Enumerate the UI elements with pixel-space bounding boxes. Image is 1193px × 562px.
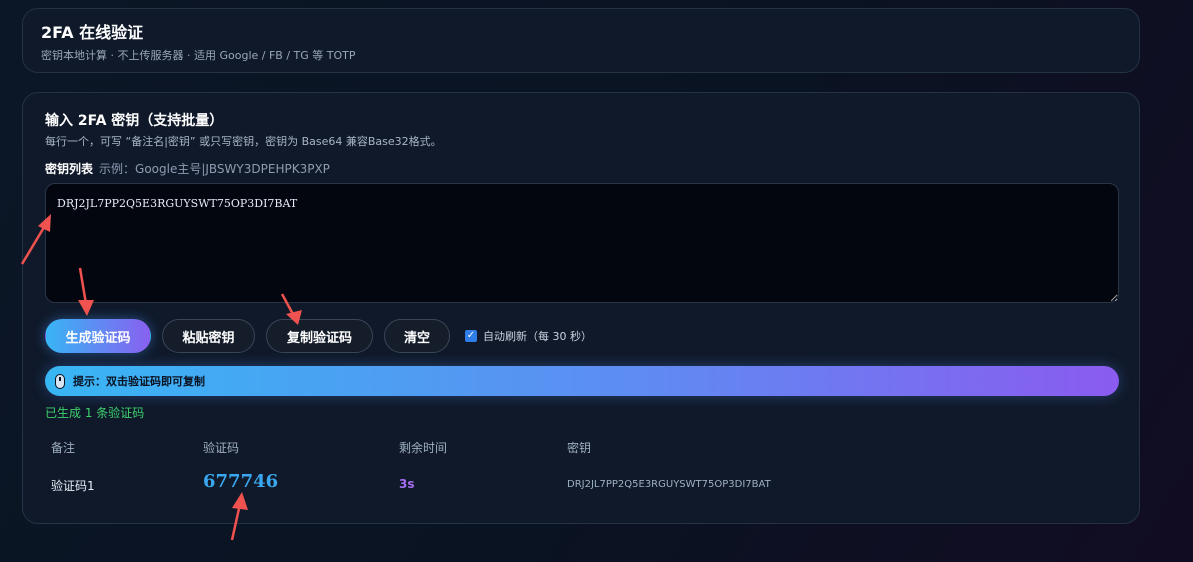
table-header-key: 密钥 (567, 441, 592, 455)
table-row-remaining: 3s (399, 477, 415, 491)
key-list-label-row: 密钥列表 示例：Google主号|JBSWY3DPEHPK3PXP (45, 161, 1117, 177)
table-header-name: 备注 (51, 441, 76, 455)
main-card: 输入 2FA 密钥（支持批量） 每行一个，可写 “备注名|密钥” 或只写密钥，密… (22, 92, 1140, 524)
clear-button[interactable]: 清空 (384, 319, 450, 353)
input-section-title: 输入 2FA 密钥（支持批量） (45, 113, 224, 129)
copy-hint-text: 提示：双击验证码即可复制 (73, 375, 205, 388)
copy-hint-banner: 提示：双击验证码即可复制 (45, 366, 1119, 396)
annotation-arrow-code-icon (230, 492, 248, 541)
paste-key-button[interactable]: 粘贴密钥 (162, 319, 255, 353)
input-section-description: 每行一个，可写 “备注名|密钥” 或只写密钥，密钥为 Base64 兼容Base… (45, 135, 442, 148)
table-header-code: 验证码 (203, 441, 240, 455)
generate-code-button[interactable]: 生成验证码 (45, 319, 151, 353)
key-list-textarea[interactable]: DRJ2JL7PP2Q5E3RGUYSWT75OP3DI7BAT (45, 183, 1119, 303)
annotation-arrow-textarea-icon (20, 214, 51, 265)
annotation-arrow-copy-icon (280, 293, 302, 325)
generated-count-status: 已生成 1 条验证码 (45, 406, 145, 420)
auto-refresh-label: 自动刷新（每 30 秒） (483, 330, 592, 343)
app-title: 2FA 在线验证 (41, 23, 144, 42)
table-row-name: 验证码1 (51, 479, 95, 493)
app-subtitle: 密钥本地计算 · 不上传服务器 · 适用 Google / FB / TG 等 … (41, 49, 356, 62)
checkbox-checked-icon[interactable]: ✓ (465, 330, 477, 342)
table-header-remaining: 剩余时间 (399, 441, 448, 455)
annotation-arrow-generate-icon (78, 267, 94, 316)
key-list-label: 密钥列表 (45, 162, 94, 176)
key-list-example: 示例：Google主号|JBSWY3DPEHPK3PXP (99, 162, 330, 176)
table-row-code[interactable]: 677746 (203, 471, 278, 492)
mouse-icon (55, 373, 65, 389)
action-buttons: 生成验证码 粘贴密钥 复制验证码 清空 ✓ 自动刷新（每 30 秒） (45, 319, 592, 353)
header-card: 2FA 在线验证 密钥本地计算 · 不上传服务器 · 适用 Google / F… (22, 8, 1140, 73)
table-row-key: DRJ2JL7PP2Q5E3RGUYSWT75OP3DI7BAT (567, 479, 771, 490)
auto-refresh-toggle[interactable]: ✓ 自动刷新（每 30 秒） (465, 328, 592, 344)
